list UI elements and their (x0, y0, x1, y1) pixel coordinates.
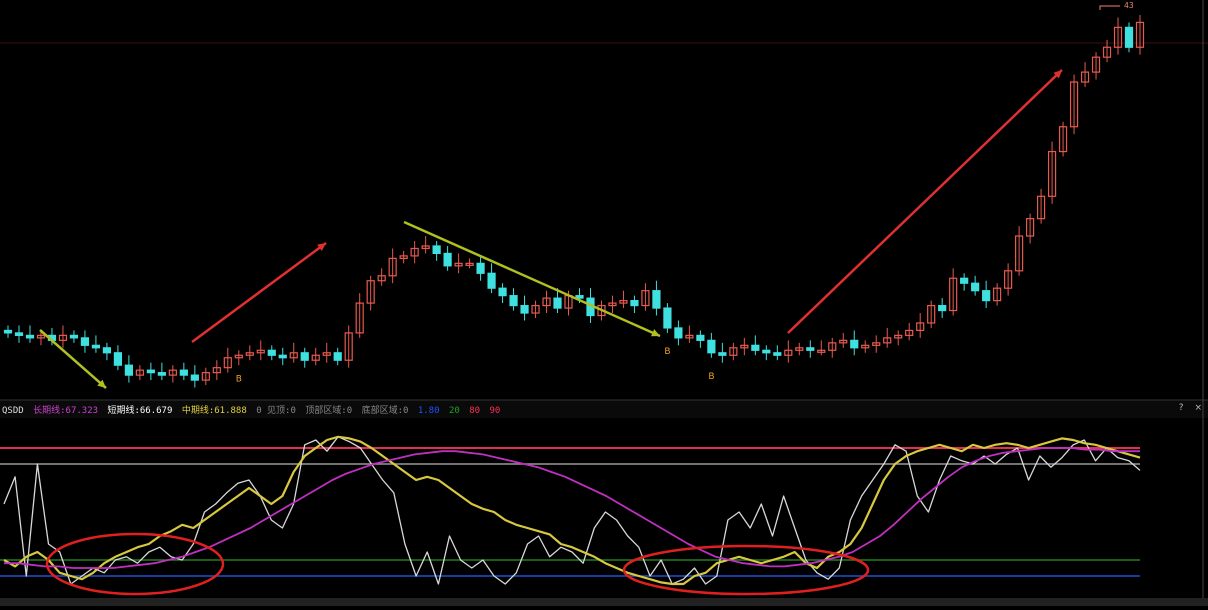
candle-body (476, 262, 485, 274)
high-marker-line (1099, 5, 1120, 10)
candle-body (102, 347, 112, 354)
buy-marker: B (664, 347, 670, 357)
candle-body (773, 352, 782, 356)
candle-body (652, 290, 661, 309)
trend-arrow-down-2 (403, 220, 661, 338)
trend-arrow-up-1-shaft (191, 241, 327, 344)
candle-body (509, 295, 518, 307)
legend-short-line: 短期线:66.679 (107, 406, 173, 416)
candle-body (762, 349, 771, 354)
candle-body (520, 304, 529, 314)
candle-body (938, 304, 947, 312)
bottom-ellipse-2 (622, 544, 870, 596)
candle-body (487, 272, 496, 289)
indicator-name[interactable]: QSDD (2, 406, 24, 416)
candle-body (850, 339, 859, 349)
candle-body (146, 369, 155, 374)
chart-stage: B B B (0, 0, 1208, 606)
legend-top-zone: 顶部区域:0 (305, 406, 353, 416)
candle-body (91, 344, 101, 349)
candle-body (80, 337, 90, 346)
trend-arrow-up-2 (787, 69, 1063, 334)
close-button[interactable]: × (1194, 403, 1202, 413)
candle-body (707, 339, 716, 354)
candle-body (982, 290, 991, 302)
indicator-legend: QSDD 长期线:67.323 短期线:66.679 中期线:61.888 0 … (2, 403, 504, 417)
candle-body (190, 374, 199, 381)
candle-body (443, 252, 452, 267)
legend-level-80: 80 (469, 406, 481, 416)
candle-body (751, 344, 760, 351)
trend-arrow-up-1 (191, 241, 327, 344)
candle-body (718, 352, 727, 356)
buy-marker: B (708, 372, 714, 382)
candle-body (333, 352, 342, 361)
candle-body (663, 307, 672, 329)
candle-body (498, 287, 507, 297)
legend-level-90: 90 (489, 406, 501, 416)
candle-body (553, 297, 562, 309)
candle-body (674, 327, 683, 339)
legend-mid-line: 中期线:61.888 (181, 406, 247, 416)
trend-arrow-down-2-shaft (403, 220, 661, 338)
series-line-long (4, 447, 1140, 569)
candle-body (113, 352, 123, 366)
legend-top-signal: 0 见顶:0 (256, 406, 296, 416)
candle-body (25, 334, 35, 339)
candle-body (630, 300, 639, 307)
candle-body (806, 347, 815, 351)
candle-body (432, 245, 441, 255)
help-button[interactable]: ? (1179, 403, 1184, 413)
series-line-short (3, 436, 1141, 585)
buy-marker: B (236, 374, 242, 384)
candle-body (267, 349, 276, 356)
trend-arrow-up-2-shaft (787, 69, 1063, 334)
candle-body (179, 369, 188, 376)
candle-body (3, 329, 13, 334)
candle-body (278, 354, 287, 359)
legend-bottom-zone: 底部区域:0 (361, 406, 409, 416)
candle-body (300, 352, 309, 361)
legend-level-20: 20 (448, 406, 460, 416)
series-line-mid (3, 435, 1141, 586)
price-high-label: 43 (1124, 1, 1134, 10)
legend-level-1: 1.80 (417, 406, 440, 416)
bottom-scrollbar (0, 598, 1208, 606)
candles-group: B B B (3, 14, 1145, 388)
candle-body (124, 364, 133, 376)
candle-body (1124, 26, 1134, 48)
candle-body (960, 277, 969, 284)
candle-body (69, 334, 79, 339)
legend-long-line: 长期线:67.323 (33, 406, 99, 416)
candle-body (157, 372, 166, 376)
candle-body (696, 334, 705, 341)
bottom-ellipse-1 (45, 532, 225, 596)
chart-svg: B B B (0, 0, 1208, 606)
candle-body (971, 282, 980, 292)
window-controls: ? × (1171, 403, 1202, 413)
candle-body (14, 332, 24, 336)
